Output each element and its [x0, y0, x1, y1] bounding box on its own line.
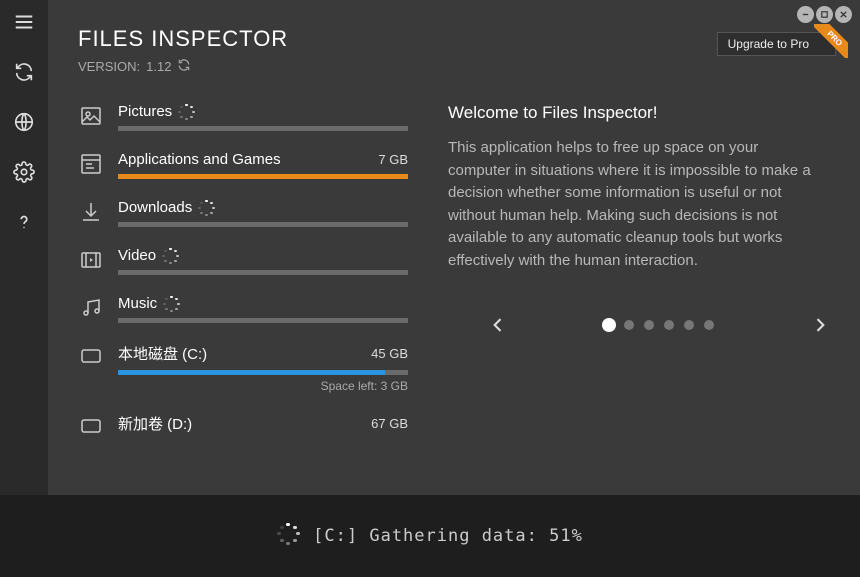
category-video[interactable]: Video [78, 247, 408, 275]
close-button[interactable] [835, 6, 852, 23]
progress-track [118, 126, 408, 131]
category-label: Video [118, 247, 156, 264]
progress-track [118, 174, 408, 179]
version-prefix: VERSION: [78, 59, 140, 74]
menu-icon[interactable] [12, 10, 36, 34]
progress-fill [118, 370, 385, 375]
settings-icon[interactable] [12, 160, 36, 184]
category-label: Pictures [118, 103, 172, 120]
pager-dot[interactable] [664, 320, 674, 330]
category-label: Music [118, 295, 157, 312]
sidebar [0, 0, 48, 495]
category-label: 新加卷 (D:) [118, 413, 192, 434]
pager-dot[interactable] [704, 320, 714, 330]
downloads-icon [78, 199, 104, 225]
progress-fill [118, 174, 408, 179]
welcome-heading: Welcome to Files Inspector! [448, 103, 824, 123]
pager-dot[interactable] [684, 320, 694, 330]
category-apps[interactable]: Applications and Games 7 GB [78, 151, 408, 179]
refresh-version-icon[interactable] [177, 58, 191, 75]
version-number: 1.12 [146, 59, 171, 74]
category-list: Pictures Applications and Games 7 GB Downlo… [78, 103, 408, 459]
drive_d-icon [78, 413, 104, 439]
music-icon [78, 295, 104, 321]
version-row: VERSION: 1.12 [78, 58, 830, 75]
status-text: [C:] Gathering data: 51% [313, 526, 583, 546]
welcome-body: This application helps to free up space … [448, 137, 824, 272]
pager-next-icon[interactable] [810, 315, 830, 335]
maximize-button[interactable] [816, 6, 833, 23]
spinner-icon [198, 200, 214, 216]
help-icon[interactable] [12, 210, 36, 234]
spinner-icon [178, 104, 194, 120]
category-downloads[interactable]: Downloads [78, 199, 408, 227]
pager-dot[interactable] [624, 320, 634, 330]
category-label: Downloads [118, 199, 192, 216]
video-icon [78, 247, 104, 273]
progress-track [118, 270, 408, 275]
refresh-icon[interactable] [12, 60, 36, 84]
progress-track [118, 222, 408, 227]
category-drive_c[interactable]: 本地磁盘 (C:) 45 GB Space left: 3 GB [78, 343, 408, 393]
pager-prev-icon[interactable] [488, 315, 508, 335]
welcome-panel: Welcome to Files Inspector! This applica… [448, 103, 830, 459]
main-panel: Upgrade to Pro FILES INSPECTOR VERSION: … [48, 0, 860, 495]
spinner-icon [163, 296, 179, 312]
category-sub: Space left: 3 GB [118, 379, 408, 393]
category-pictures[interactable]: Pictures [78, 103, 408, 131]
category-label: Applications and Games [118, 151, 281, 168]
category-size: 7 GB [378, 152, 408, 167]
minimize-button[interactable] [797, 6, 814, 23]
globe-icon[interactable] [12, 110, 36, 134]
category-size: 67 GB [371, 416, 408, 431]
spinner-icon [162, 248, 178, 264]
window-controls [797, 6, 852, 23]
pager-dots [604, 320, 714, 330]
category-drive_d[interactable]: 新加卷 (D:) 67 GB [78, 413, 408, 439]
upgrade-button[interactable]: Upgrade to Pro [717, 32, 836, 56]
progress-track [118, 370, 408, 375]
spinner-icon [277, 523, 299, 550]
progress-track [118, 318, 408, 323]
pager-dot[interactable] [644, 320, 654, 330]
pager [488, 315, 830, 335]
drive_c-icon [78, 343, 104, 369]
status-bar: [C:] Gathering data: 51% [0, 495, 860, 577]
apps-icon [78, 151, 104, 177]
pager-dot[interactable] [604, 320, 614, 330]
category-size: 45 GB [371, 346, 408, 361]
category-label: 本地磁盘 (C:) [118, 343, 207, 364]
pictures-icon [78, 103, 104, 129]
category-music[interactable]: Music [78, 295, 408, 323]
